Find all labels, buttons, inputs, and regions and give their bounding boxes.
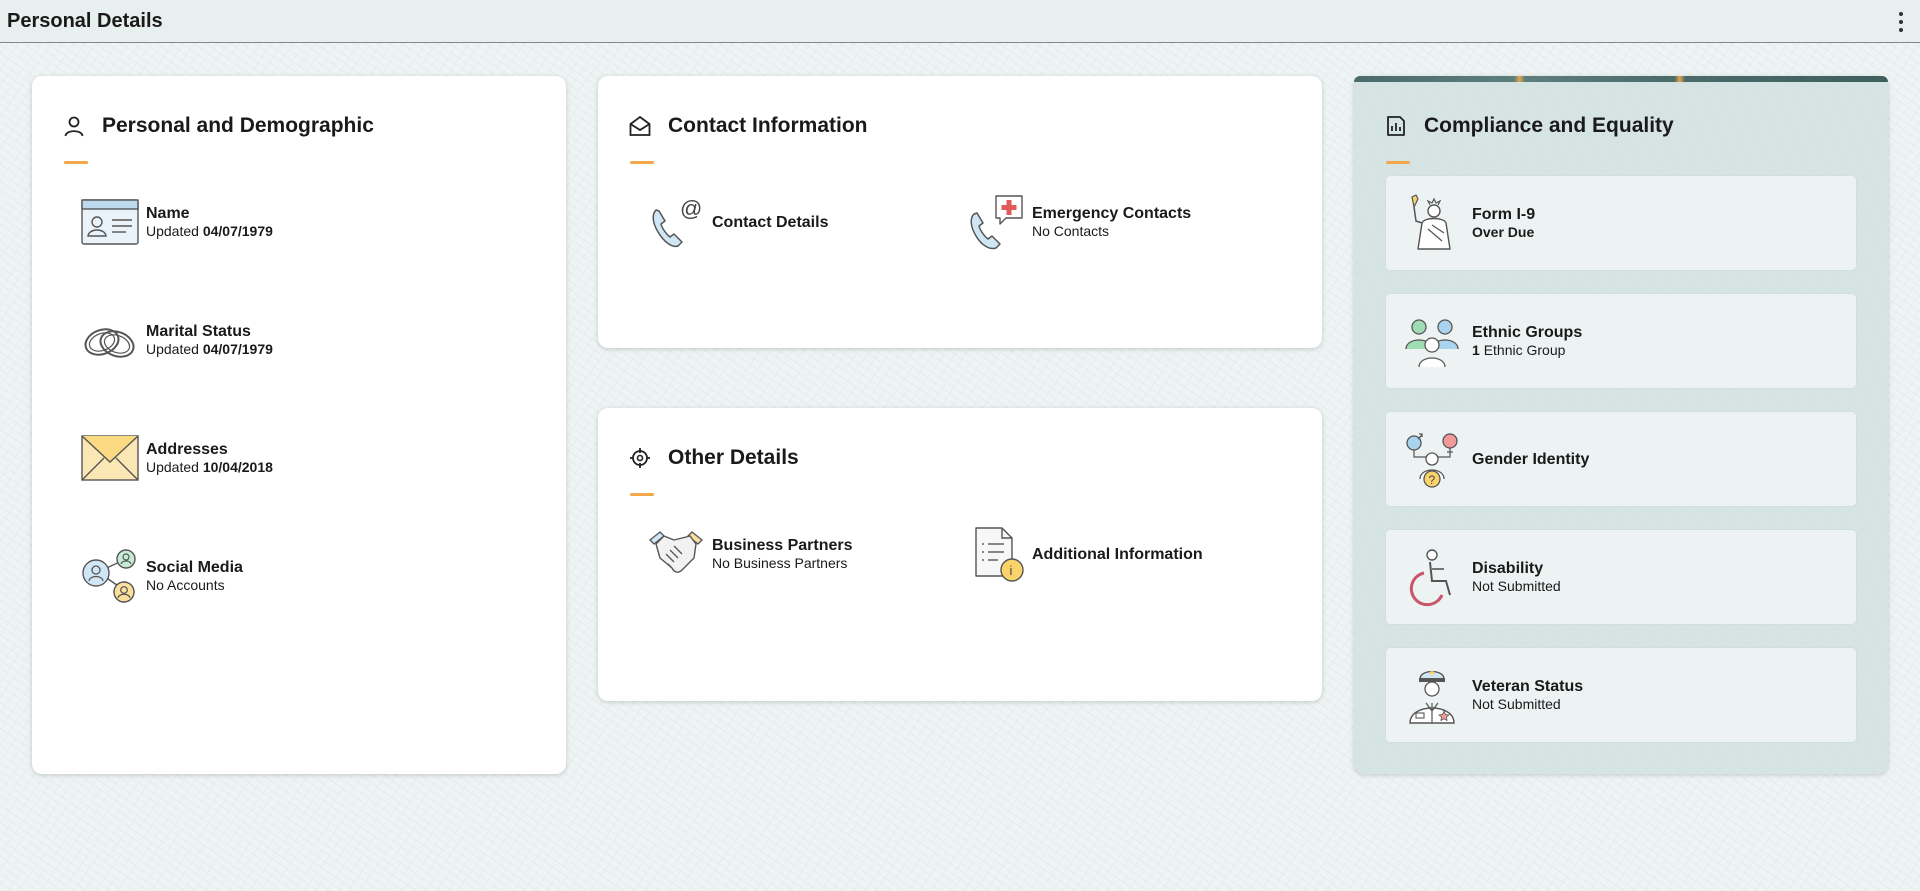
tile-text: Veteran Status Not Submitted (1472, 677, 1583, 713)
title-accent-bar (1386, 161, 1410, 164)
tile-veteran-status[interactable]: Veteran Status Not Submitted (1386, 648, 1856, 742)
tile-status: 1 Ethnic Group (1472, 342, 1582, 359)
tile-text: Form I-9 Over Due (1472, 205, 1535, 241)
phone-medical-icon (970, 195, 1023, 250)
card-header: Personal and Demographic (62, 106, 374, 146)
tile-marital-status[interactable]: Marital Status Updated 04/07/1979 (80, 310, 273, 370)
tile-additional-information[interactable]: i Additional Information (966, 524, 1203, 584)
tile-status: No Business Partners (712, 555, 848, 571)
open-envelope-icon (629, 115, 651, 136)
status-prefix: Updated (146, 223, 199, 239)
card-header: Compliance and Equality (1384, 106, 1674, 146)
status-date: 04/07/1979 (202, 341, 273, 357)
svg-text:?: ? (1429, 473, 1436, 487)
tile-text: Business Partners No Business Partners (712, 536, 853, 572)
tile-text: Name Updated 04/07/1979 (146, 204, 273, 240)
tile-text: Contact Details (712, 213, 828, 232)
tile-social-media[interactable]: Social Media No Accounts (80, 546, 243, 606)
tile-text: Gender Identity (1472, 450, 1589, 469)
handshake-icon (649, 531, 703, 573)
tile-text: Emergency Contacts No Contacts (1032, 204, 1191, 240)
tile-form-i9[interactable]: Form I-9 Over Due (1386, 176, 1856, 270)
card-header: Contact Information (628, 106, 868, 146)
tile-label: Gender Identity (1472, 450, 1590, 468)
target-icon (630, 448, 650, 468)
title-accent-bar (630, 161, 654, 164)
tile-status: Updated 10/04/2018 (146, 459, 273, 476)
tile-status: No Accounts (146, 577, 225, 593)
tile-status: Over Due (1472, 224, 1535, 241)
tile-disability[interactable]: Disability Not Submitted (1386, 530, 1856, 624)
svg-text:@: @ (680, 196, 702, 221)
gender-symbols-icon: ? (1406, 433, 1458, 488)
kebab-menu-icon[interactable] (1894, 12, 1908, 32)
veteran-icon (1409, 670, 1455, 724)
status-prefix: Updated (146, 459, 199, 475)
tile-label: Social Media (146, 559, 243, 576)
tile-label: Disability (1472, 560, 1544, 577)
card-header: Other Details (628, 438, 799, 478)
page-title: Personal Details (7, 10, 163, 32)
compliance-equality-card: Compliance and Equality Form I-9 Over Du… (1354, 76, 1888, 774)
status-overdue: Over Due (1472, 224, 1535, 240)
tile-text: Social Media No Accounts (146, 558, 243, 594)
tile-status: Updated 04/07/1979 (146, 223, 273, 240)
wedding-rings-icon (84, 328, 135, 358)
tile-status: Updated 04/07/1979 (146, 341, 273, 358)
envelope-icon (81, 435, 139, 481)
tile-business-partners[interactable]: Business Partners No Business Partners (646, 524, 853, 584)
tile-addresses[interactable]: Addresses Updated 10/04/2018 (80, 428, 273, 488)
status-date: 10/04/2018 (202, 459, 273, 475)
decorative-banner (1354, 76, 1888, 82)
document-info-icon: i (975, 527, 1024, 582)
tile-label: Emergency Contacts (1032, 205, 1192, 222)
group-count: 1 (1472, 342, 1480, 358)
tile-text: Additional Information (1032, 545, 1203, 564)
people-group-icon (1405, 319, 1459, 368)
tile-emergency-contacts[interactable]: Emergency Contacts No Contacts (966, 192, 1191, 252)
tile-label: Contact Details (712, 213, 829, 231)
tile-gender-identity[interactable]: ? Gender Identity (1386, 412, 1856, 506)
tile-label: Addresses (146, 441, 228, 458)
tile-label: Ethnic Groups (1472, 324, 1583, 341)
svg-text:i: i (1010, 563, 1013, 578)
status-date: 04/07/1979 (202, 223, 273, 239)
wheelchair-icon (1409, 549, 1451, 607)
tile-label: Veteran Status (1472, 678, 1584, 695)
tile-label: Name (146, 205, 190, 222)
tile-label: Form I-9 (1472, 206, 1536, 223)
tile-status: Not Submitted (1472, 696, 1561, 712)
tile-label: Marital Status (146, 323, 251, 340)
status-prefix: Updated (146, 341, 199, 357)
tile-text: Addresses Updated 10/04/2018 (146, 440, 273, 476)
title-accent-bar (64, 161, 88, 164)
id-card-icon (81, 199, 139, 245)
tile-contact-details[interactable]: @ Contact Details (646, 192, 828, 252)
statue-of-liberty-icon (1411, 194, 1451, 250)
card-title: Personal and Demographic (102, 114, 374, 137)
tile-text: Marital Status Updated 04/07/1979 (146, 322, 273, 358)
tile-status: No Contacts (1032, 223, 1110, 239)
card-title: Contact Information (668, 114, 868, 137)
tile-name[interactable]: Name Updated 04/07/1979 (80, 192, 273, 252)
phone-at-icon: @ (652, 196, 702, 248)
page-header: Personal Details (0, 0, 1920, 43)
social-network-icon (82, 549, 136, 603)
tile-status: Not Submitted (1472, 578, 1561, 594)
card-title: Other Details (668, 446, 799, 469)
tile-ethnic-groups[interactable]: Ethnic Groups 1 Ethnic Group (1386, 294, 1856, 388)
tile-label: Business Partners (712, 537, 853, 554)
group-text: Ethnic Group (1483, 342, 1566, 358)
tile-text: Ethnic Groups 1 Ethnic Group (1472, 323, 1582, 359)
person-icon (64, 116, 84, 137)
contact-information-card: Contact Information @ Contact Details Em… (598, 76, 1322, 348)
personal-demographic-card: Personal and Demographic Name Updated 04… (32, 76, 566, 774)
title-accent-bar (630, 493, 654, 496)
tile-text: Disability Not Submitted (1472, 559, 1561, 595)
tile-label: Additional Information (1032, 545, 1203, 563)
other-details-card: Other Details Business Partners No Busin… (598, 408, 1322, 701)
card-title: Compliance and Equality (1424, 114, 1674, 137)
report-icon (1387, 116, 1405, 136)
